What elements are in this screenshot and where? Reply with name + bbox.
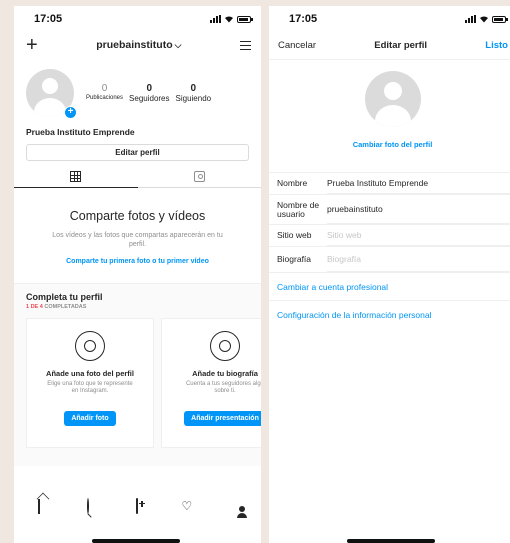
empty-state: Comparte fotos y vídeos Los vídeos y las… [14,188,261,283]
battery-icon [492,15,508,23]
done-button[interactable]: Listo [485,40,508,51]
nav-activity[interactable]: ♡ [177,499,197,513]
field-name: Nombre Prueba Instituto Emprende [269,173,510,195]
nav-create[interactable] [127,498,147,514]
stat-followers[interactable]: 0 Seguidores [129,83,169,103]
stat-following-count: 0 [190,83,197,94]
card-description: Cuenta a tus seguidores algo sobre ti. [185,381,261,394]
tab-tagged[interactable] [137,166,261,188]
tagged-icon [193,171,205,182]
chevron-down-icon: ⌵ [174,39,182,50]
field-label: Biografía [277,254,312,264]
card-title: Añade tu biografía [192,369,258,378]
avatar[interactable]: + [26,69,77,119]
status-icons [210,15,253,23]
field-label: Nombre [277,178,308,188]
new-post-icon[interactable]: + [26,35,38,55]
status-bar: 17:05 [269,6,510,32]
account-switcher[interactable]: pruebainstituto ⌵ [96,39,181,51]
card-add-bio: Añade tu biografía Cuenta a tus seguidor… [161,318,261,448]
home-icon [37,499,40,514]
username-input[interactable]: pruebainstituto [327,195,510,224]
card-description: Elige una foto que te represente en Inst… [47,381,133,394]
stat-posts[interactable]: 0 Publicaciones [86,83,123,103]
edit-profile-screen: 17:05 Cancelar Editar perfil Listo Cambi… [269,6,510,543]
profile-screen: 17:05 + pruebainstituto ⌵ + 0 Publicacio… [14,6,261,543]
cancel-button[interactable]: Cancelar [278,40,316,51]
tab-grid[interactable] [14,166,138,188]
name-input[interactable]: Prueba Instituto Emprende [327,173,510,194]
add-photo-button[interactable]: Añadir foto [64,411,116,426]
hamburger-menu-icon[interactable] [240,40,251,50]
grid-icon [70,171,82,182]
website-input[interactable]: Sitio web [327,225,510,246]
nav-search[interactable] [78,498,98,514]
personal-info-settings-link[interactable]: Configuración de la información personal [269,301,510,329]
change-photo-link[interactable]: Cambiar foto del perfil [269,140,510,149]
profile-stats: 0 Publicaciones 0 Seguidores 0 Siguiendo [86,83,211,103]
display-name: Prueba Instituto Emprende [26,127,135,137]
home-indicator[interactable] [347,539,435,543]
add-bio-button[interactable]: Añadir presentación [184,411,261,426]
signal-icon [465,15,476,23]
status-time: 17:05 [34,13,63,25]
wifi-icon [225,16,233,23]
profile-summary: + 0 Publicaciones 0 Seguidores 0 Siguien… [14,58,261,120]
profile-tabs [14,166,261,188]
empty-title: Comparte fotos y vídeos [69,209,206,223]
profile-photo-section: Cambiar foto del perfil [269,60,510,173]
heart-icon: ♡ [181,499,193,513]
user-circle-icon [75,331,105,361]
add-post-icon [136,498,139,514]
home-indicator[interactable] [92,539,180,543]
stat-posts-label: Publicaciones [86,95,124,101]
stat-followers-count: 0 [146,83,153,94]
card-title: Añade una foto del perfil [46,369,134,378]
wifi-icon [480,16,488,23]
stat-followers-label: Seguidores [129,94,170,103]
header-username: pruebainstituto [96,39,173,51]
bottom-nav: ♡ [14,486,261,526]
complete-profile-title: Completa tu perfil [26,292,103,302]
battery-icon [237,15,253,23]
progress-count: 1 DE 4 [26,304,43,310]
stat-following-label: Siguiendo [175,94,212,103]
complete-profile-section: Completa tu perfil 1 DE 4 COMPLETADAS Añ… [14,283,261,466]
field-label: Nombre de usuario [277,199,320,219]
stat-following[interactable]: 0 Siguiendo [176,83,212,103]
bio-input[interactable]: Biografía [327,247,510,272]
speech-bubble-icon [210,331,240,361]
add-photo-badge-icon[interactable]: + [64,106,77,119]
share-first-post-link[interactable]: Comparte tu primera foto o tu primer víd… [14,258,261,265]
profile-header: + pruebainstituto ⌵ [14,32,261,58]
empty-description: Los vídeos y las fotos que compartas apa… [52,232,223,248]
signal-icon [210,15,221,23]
page-title: Editar perfil [374,40,428,51]
status-time: 17:05 [289,13,318,25]
card-add-photo: Añade una foto del perfil Elige una foto… [26,318,154,448]
nav-home[interactable] [29,499,49,514]
status-bar: 17:05 [14,6,261,32]
search-icon [87,498,90,514]
switch-professional-link[interactable]: Cambiar a cuenta profesional [269,273,510,301]
field-bio: Biografía Biografía [269,247,510,273]
progress-label: COMPLETADAS [42,304,87,310]
suggestion-cards: Añade una foto del perfil Elige una foto… [14,318,261,448]
stat-posts-count: 0 [101,83,108,94]
field-label: Sitio web [277,230,312,240]
status-icons [465,15,508,23]
field-website: Sitio web Sitio web [269,225,510,247]
avatar-placeholder-icon[interactable] [364,71,421,127]
edit-profile-navbar: Cancelar Editar perfil Listo [269,32,510,60]
complete-progress: 1 DE 4 COMPLETADAS [14,304,261,310]
edit-profile-button[interactable]: Editar perfil [26,144,249,161]
field-username: Nombre de usuario pruebainstituto [269,195,510,225]
